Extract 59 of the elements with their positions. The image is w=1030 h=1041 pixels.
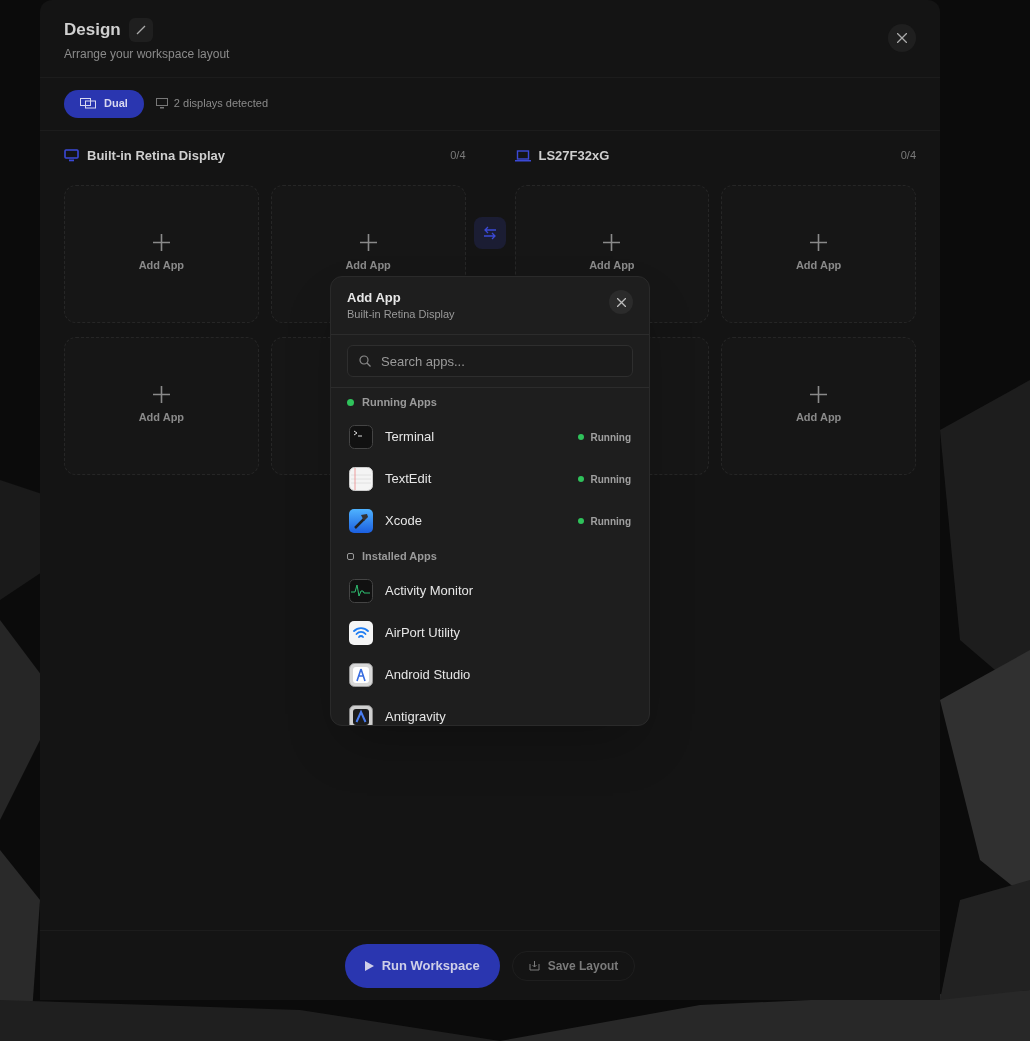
- run-workspace-button[interactable]: Run Workspace: [344, 943, 500, 988]
- app-list-item[interactable]: Android Studio: [331, 654, 649, 696]
- laptop-icon: [514, 149, 531, 162]
- app-list-item[interactable]: AirPort Utility: [331, 612, 649, 654]
- plus-icon: [810, 385, 828, 403]
- plus-icon: [810, 233, 828, 251]
- app-list-item[interactable]: Xcode Running: [331, 500, 649, 542]
- plus-icon: [152, 233, 170, 251]
- pencil-icon: [135, 24, 146, 35]
- notepad-icon: [349, 467, 373, 491]
- dual-mode-toggle[interactable]: Dual: [64, 89, 144, 118]
- add-app-label: Add App: [138, 257, 185, 273]
- app-list-item[interactable]: Terminal Running: [331, 416, 649, 458]
- app-list-item[interactable]: Antigravity: [331, 696, 649, 725]
- app-list-item[interactable]: Activity Monitor: [331, 570, 649, 612]
- close-button[interactable]: [609, 290, 633, 314]
- add-app-label: Add App: [795, 409, 842, 425]
- close-icon: [897, 33, 907, 43]
- page-title: Design: [64, 19, 121, 41]
- wifi-icon: [349, 621, 373, 645]
- popover-subtitle: Built-in Retina Display: [347, 307, 455, 322]
- display-name: LS27F32xG: [538, 146, 610, 165]
- monitor-icon: [64, 149, 79, 162]
- download-icon: [528, 960, 540, 971]
- plus-icon: [359, 233, 377, 251]
- display-name: Built-in Retina Display: [87, 146, 225, 165]
- plus-icon: [152, 385, 170, 403]
- add-app-label: Add App: [795, 257, 842, 273]
- displays-icon: [80, 98, 96, 109]
- edit-button[interactable]: [128, 17, 153, 42]
- slot-count: 0/4: [450, 148, 466, 164]
- status-label: Running: [590, 430, 631, 445]
- monitor-icon: [155, 98, 168, 109]
- app-slot[interactable]: Add App: [721, 336, 916, 475]
- hammer-icon: [349, 509, 373, 533]
- search-field[interactable]: Search apps...: [347, 345, 633, 377]
- plus-icon: [603, 233, 621, 251]
- app-slot[interactable]: Add App: [64, 184, 259, 323]
- heartbeat-icon: [349, 579, 373, 603]
- add-app-label: Add App: [138, 409, 185, 425]
- play-icon: [364, 960, 374, 971]
- add-app-label: Add App: [345, 257, 391, 273]
- display-status: 2 displays detected: [173, 96, 268, 112]
- close-icon: [616, 297, 626, 307]
- search-icon: [359, 355, 371, 367]
- close-button[interactable]: [888, 24, 916, 52]
- app-slot[interactable]: Add App: [64, 336, 259, 475]
- app-list-item[interactable]: TextEdit Running: [331, 458, 649, 500]
- slot-count: 0/4: [900, 148, 916, 164]
- page-subtitle: Arrange your workspace layout: [64, 45, 230, 63]
- section-heading: Running Apps: [362, 394, 437, 410]
- status-label: Running: [590, 514, 631, 529]
- swap-arrows-icon: [483, 225, 497, 240]
- section-heading: Installed Apps: [362, 548, 437, 564]
- terminal-icon: [349, 425, 373, 449]
- status-label: Running: [590, 472, 631, 487]
- popover-title: Add App: [347, 290, 402, 306]
- app-slot[interactable]: Add App: [721, 184, 916, 323]
- add-app-label: Add App: [589, 257, 635, 273]
